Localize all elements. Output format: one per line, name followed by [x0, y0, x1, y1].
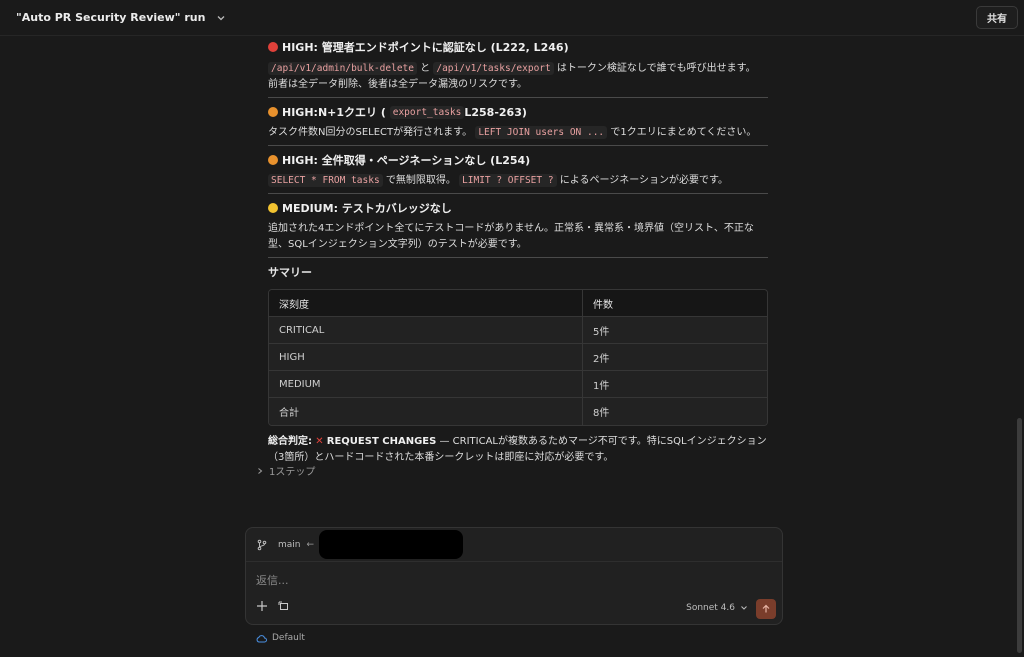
inline-code: LIMIT ? OFFSET ?	[459, 174, 557, 187]
cross-mark-icon: ✕	[315, 436, 324, 447]
model-selector[interactable]: Sonnet 4.6	[686, 603, 748, 613]
severity-label: MEDIUM:	[282, 201, 338, 215]
divider	[268, 193, 768, 194]
table-cell: CRITICAL	[269, 317, 583, 344]
branch-bar: main ←	[246, 528, 782, 562]
table-row: 合計 8件	[269, 398, 767, 425]
summary-heading: サマリー	[268, 266, 312, 279]
table-cell: 2件	[583, 344, 767, 371]
table-cell: 5件	[583, 317, 767, 344]
overall-verdict: 総合判定: ✕ REQUEST CHANGES — CRITICALが複数あるた…	[268, 434, 768, 466]
finding-body: /api/v1/admin/bulk-delete と /api/v1/task…	[268, 61, 768, 93]
finding-heading: MEDIUM: テストカバレッジなし	[268, 199, 768, 217]
table-cell: 1件	[583, 371, 767, 398]
table-row: HIGH 2件	[269, 344, 767, 371]
arrow-left-icon: ←	[306, 539, 315, 550]
cloud-icon	[256, 634, 267, 642]
divider	[268, 145, 768, 146]
orange-circle-icon	[268, 155, 278, 165]
finding-body: タスク件数N回分のSELECTが発行されます。 LEFT JOIN users …	[268, 125, 768, 141]
severity-label: HIGH:	[282, 153, 318, 167]
inline-code: SELECT * FROM tasks	[268, 174, 383, 187]
column-header: 件数	[583, 290, 767, 317]
finding-body: SELECT * FROM tasks で無制限取得。 LIMIT ? OFFS…	[268, 173, 768, 189]
message-content: HIGH: 管理者エンドポイントに認証なし (L222, L246) /api/…	[268, 38, 768, 466]
composer-tools	[256, 600, 290, 612]
steps-label: 1ステップ	[269, 467, 316, 478]
finding-heading: HIGH: 管理者エンドポイントに認証なし (L222, L246)	[268, 38, 768, 56]
divider	[268, 97, 768, 98]
finding-body: 追加された4エンドポイント全てにテストコードがありません。正常系・異常系・境界値…	[268, 221, 768, 253]
chevron-down-icon[interactable]	[215, 12, 227, 24]
finding-text: 追加された4エンドポイント全てにテストコードがありません。正常系・異常系・境界値…	[268, 223, 754, 250]
summary-table: 深刻度 件数 CRITICAL 5件 HIGH 2件 MEDIUM 1件 合計 …	[268, 289, 768, 426]
finding-text: と	[417, 63, 434, 74]
inline-code: /api/v1/admin/bulk-delete	[268, 62, 417, 75]
reply-input[interactable]	[256, 571, 756, 589]
environment-label: Default	[272, 633, 305, 643]
redacted-branch-name	[319, 530, 463, 559]
share-button[interactable]: 共有	[976, 6, 1018, 29]
table-cell: MEDIUM	[269, 371, 583, 398]
arrow-up-icon	[762, 604, 770, 613]
finding-title: L258-263)	[464, 105, 527, 119]
inline-code: LEFT JOIN users ON ...	[475, 126, 608, 139]
finding-heading: HIGH: 全件取得・ページネーションなし (L254)	[268, 151, 768, 169]
table-cell: HIGH	[269, 344, 583, 371]
finding-text: で1クエリにまとめてください。	[607, 127, 757, 138]
inline-code: export_tasks	[389, 105, 465, 119]
severity-label: HIGH:	[282, 40, 318, 54]
finding-title: N+1クエリ (	[317, 106, 386, 119]
steps-toggle[interactable]: 1ステップ	[256, 463, 315, 478]
finding-text: タスク件数N回分のSELECTが発行されます。	[268, 127, 473, 138]
environment-selector[interactable]: Default	[256, 633, 305, 643]
verdict-decision: REQUEST CHANGES	[326, 436, 437, 447]
table-cell: 合計	[269, 398, 583, 425]
divider	[268, 257, 768, 258]
table-row: CRITICAL 5件	[269, 317, 767, 344]
base-branch[interactable]: main	[278, 540, 301, 550]
verdict-label: 総合判定:	[268, 436, 312, 447]
finding-heading: HIGH: N+1クエリ ( export_tasks L258-263)	[268, 103, 768, 121]
finding-text: によるページネーションが必要です。	[556, 175, 729, 186]
finding-title: 管理者エンドポイントに認証なし (L222, L246)	[321, 41, 569, 54]
inline-code: /api/v1/tasks/export	[433, 62, 554, 75]
table-row: MEDIUM 1件	[269, 371, 767, 398]
column-header: 深刻度	[269, 290, 583, 317]
red-circle-icon	[268, 42, 278, 52]
model-name: Sonnet 4.6	[686, 603, 735, 613]
yellow-circle-icon	[268, 203, 278, 213]
send-button[interactable]	[756, 599, 776, 619]
finding-title: テストカバレッジなし	[341, 202, 452, 215]
chevron-down-icon	[741, 606, 747, 610]
git-branch-icon	[257, 539, 267, 550]
screenshot-icon[interactable]	[278, 600, 290, 612]
table-cell: 8件	[583, 398, 767, 425]
reply-composer: main ← Sonnet 4.6	[245, 527, 783, 625]
orange-circle-icon	[268, 107, 278, 117]
plus-icon[interactable]	[256, 600, 268, 612]
finding-text: で無制限取得。	[382, 175, 456, 186]
finding-text: はトークン検証なしで誰でも呼び出せます。	[553, 63, 756, 74]
session-title[interactable]: "Auto PR Security Review" run	[16, 11, 205, 24]
severity-label: HIGH:	[282, 105, 318, 119]
scrollbar-thumb[interactable]	[1017, 418, 1022, 653]
finding-text: 前者は全データ削除、後者は全データ漏洩のリスクです。	[268, 79, 527, 90]
chevron-right-icon	[258, 467, 263, 474]
table-header-row: 深刻度 件数	[269, 290, 767, 317]
top-bar: "Auto PR Security Review" run 共有	[0, 0, 1024, 36]
finding-title: 全件取得・ページネーションなし (L254)	[321, 154, 531, 167]
